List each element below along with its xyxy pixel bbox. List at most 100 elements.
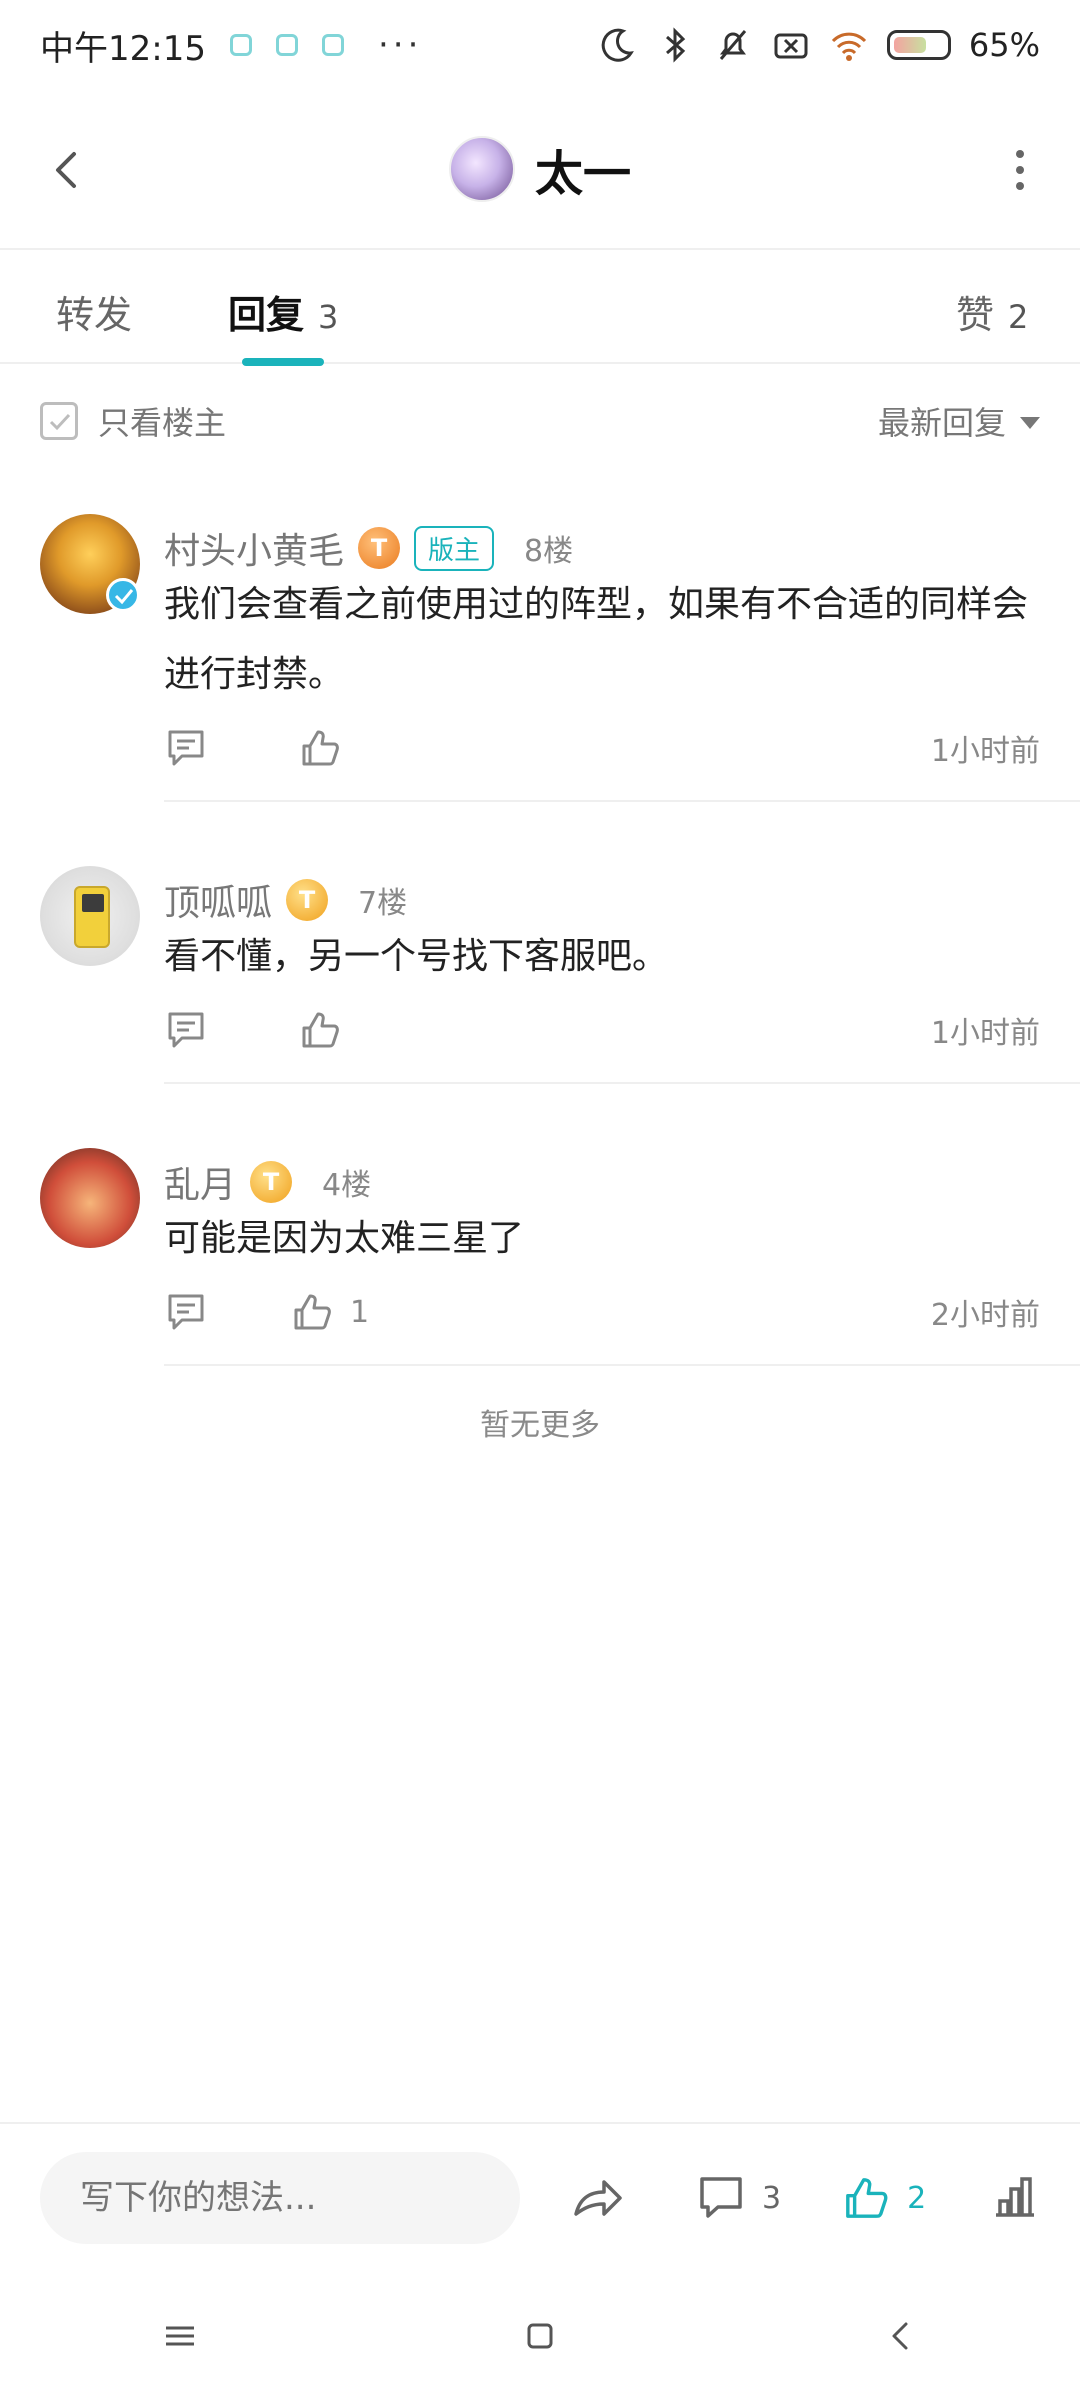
comment-button[interactable]: 3: [696, 2173, 781, 2223]
app-header: 太一: [0, 90, 1080, 250]
dot-icon: [1016, 150, 1024, 158]
comment-item: 乱月 T 4楼 可能是因为太难三星了 1 2小时前: [0, 1148, 1080, 1368]
battery-percent: 65%: [968, 26, 1040, 64]
menu-icon[interactable]: [160, 2316, 200, 2356]
comment-bubble-icon: [700, 2177, 742, 2218]
floor-number: 4楼: [322, 1168, 372, 1203]
status-bar: 中午12:15 ··· 65%: [0, 0, 1080, 90]
divider: [164, 1082, 1080, 1084]
active-tab-indicator: [242, 358, 324, 366]
like-button[interactable]: [298, 1008, 358, 1052]
bluetooth-icon: [665, 27, 686, 63]
username[interactable]: 顶呱呱: [164, 874, 272, 926]
floor-number: 7楼: [358, 886, 408, 921]
floor-number: 8楼: [524, 534, 574, 569]
thumbs-up-icon: [302, 730, 339, 766]
home-icon[interactable]: [520, 2316, 560, 2356]
bottom-action-bar: 3 2: [0, 2122, 1080, 2272]
comment-actions: 1小时前: [164, 1000, 1040, 1060]
username[interactable]: 乱月: [164, 1156, 236, 1208]
comment-text: 可能是因为太难三星了: [164, 1218, 525, 1259]
level-badge-icon: T: [250, 1161, 293, 1203]
comment-input[interactable]: [40, 2152, 520, 2244]
tab-replies[interactable]: 回复 3: [228, 284, 338, 339]
like-post-button[interactable]: 2: [841, 2173, 926, 2223]
avatar[interactable]: [40, 1148, 140, 1248]
gameboy-avatar-image: [74, 886, 110, 948]
divider: [164, 1364, 1080, 1366]
battery-fill: [893, 37, 927, 53]
notification-icon: [275, 34, 298, 56]
sort-label: 最新回复: [877, 404, 1006, 442]
avatar[interactable]: [40, 866, 140, 966]
bar-chart-icon: [996, 2177, 1034, 2217]
tab-label: 赞: [956, 293, 995, 337]
check-icon: [49, 413, 71, 431]
back-button[interactable]: [40, 140, 100, 200]
like-count: 2: [907, 2180, 927, 2216]
like-button[interactable]: 1: [290, 1290, 369, 1334]
dot-icon: [1016, 166, 1024, 174]
mute-bell-icon: [719, 30, 747, 60]
divider: [164, 800, 1080, 802]
comment-text: 我们会查看之前使用过的阵型，如果有不合适的同样会进行封禁。: [164, 584, 1029, 695]
comment-time: 1小时前: [930, 1016, 1040, 1051]
comment-item: 顶呱呱 T 7楼 看不懂，另一个号找下客服吧。 1小时前: [0, 866, 1080, 1086]
reply-icon[interactable]: [164, 726, 208, 770]
comment-item: 村头小黄毛 T 版主 8楼 我们会查看之前使用过的阵型，如果有不合适的同样会进行…: [0, 514, 1080, 804]
only-op-label[interactable]: 只看楼主: [98, 398, 226, 444]
tab-likes[interactable]: 赞 2: [956, 284, 1028, 339]
level-badge-icon: T: [358, 527, 401, 569]
status-time: 中午12:15: [40, 28, 206, 69]
dot-icon: [1016, 182, 1024, 190]
username[interactable]: 村头小黄毛: [164, 522, 344, 574]
share-button[interactable]: [570, 2170, 626, 2226]
back-icon[interactable]: [880, 2316, 920, 2356]
comment-meta: 顶呱呱 T 7楼: [164, 874, 407, 926]
header-avatar[interactable]: [448, 136, 515, 202]
reply-icon[interactable]: [164, 1008, 208, 1052]
comment-time: 1小时前: [930, 734, 1040, 769]
only-op-checkbox[interactable]: [40, 402, 78, 440]
more-notifications-icon: ···: [377, 25, 423, 65]
battery-icon: [886, 30, 951, 60]
level-badge-icon: T: [286, 879, 329, 921]
comment-meta: 村头小黄毛 T 版主 8楼: [164, 522, 573, 574]
comment-text: 看不懂，另一个号找下客服吧。: [164, 936, 669, 977]
status-icons: 65%: [597, 25, 1040, 65]
comment-actions: 1小时前: [164, 718, 1040, 778]
tab-count: 2: [1008, 298, 1029, 336]
sort-dropdown[interactable]: 最新回复: [878, 398, 1040, 444]
verified-icon: [106, 578, 140, 612]
more-options-button[interactable]: [1000, 140, 1040, 200]
header-user[interactable]: 太一: [448, 134, 631, 204]
comment-count: 3: [762, 2180, 782, 2216]
tab-reposts[interactable]: 转发: [56, 284, 132, 339]
tab-label: 转发: [56, 293, 133, 337]
moderator-badge: 版主: [414, 525, 495, 571]
notification-icon: [229, 34, 252, 56]
caret-down-icon: [1020, 417, 1040, 429]
screen: 中午12:15 ··· 65% 太一 转发 回复 3 赞 2 只看楼主 最新回复…: [0, 0, 1080, 2400]
page-title: 太一: [534, 146, 631, 202]
no-more-text: 暂无更多: [480, 1408, 600, 1443]
tab-bar: 转发 回复 3 赞 2: [0, 252, 1080, 366]
stats-button[interactable]: [990, 2173, 1040, 2223]
thumbs-up-icon: [294, 1294, 331, 1330]
notification-icon: [321, 34, 344, 56]
no-sim-icon: [774, 33, 808, 59]
thumbs-up-icon: [846, 2178, 888, 2218]
moon-icon: [601, 28, 634, 62]
comment-meta: 乱月 T 4楼: [164, 1156, 371, 1208]
like-button[interactable]: [298, 726, 358, 770]
share-arrow-icon: [574, 2180, 622, 2216]
system-nav-bar: [0, 2272, 1080, 2400]
comment-time: 2小时前: [930, 1298, 1040, 1333]
like-count: 1: [350, 1294, 370, 1330]
tab-count: 3: [318, 298, 339, 336]
tab-label: 回复: [228, 293, 305, 337]
reply-icon[interactable]: [164, 1290, 208, 1334]
wifi-icon: [831, 32, 866, 61]
thumbs-up-icon: [302, 1012, 339, 1048]
comment-actions: 1 2小时前: [164, 1282, 1040, 1342]
